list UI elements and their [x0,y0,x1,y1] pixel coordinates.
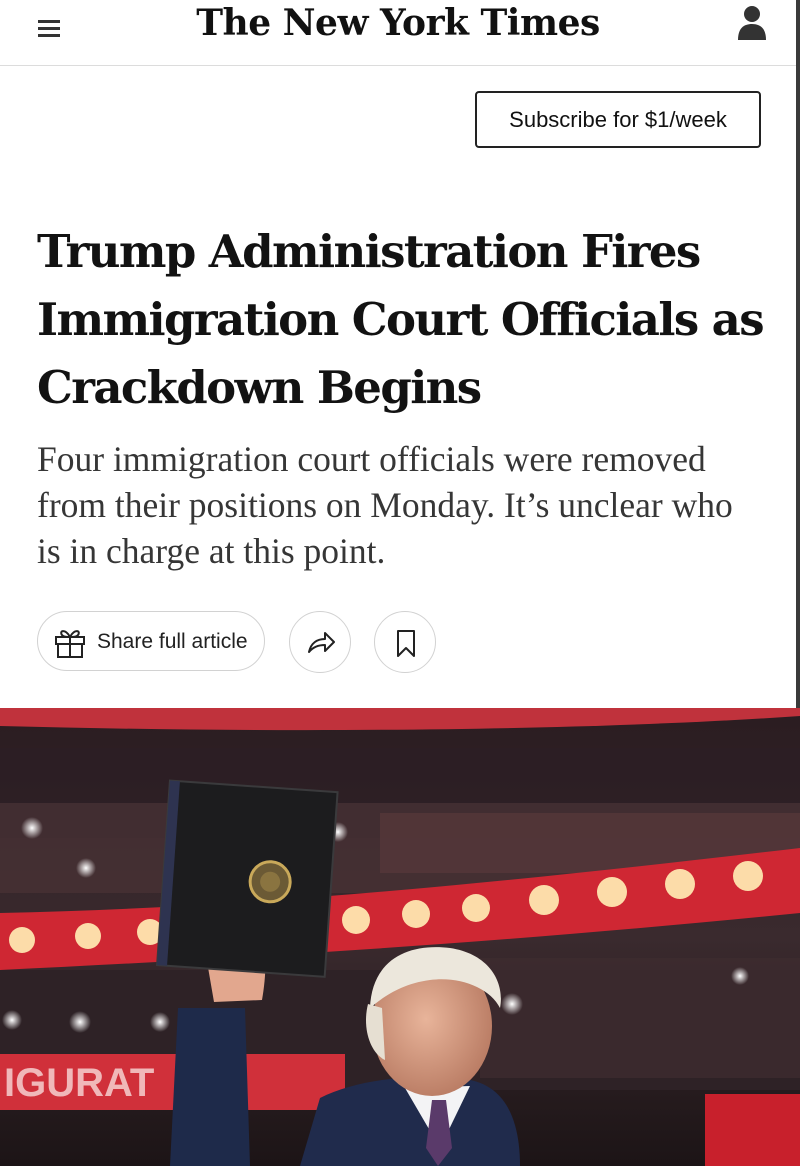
top-bar: The New York Times [0,0,796,66]
user-account-icon[interactable] [734,2,770,42]
masthead-logo[interactable]: The New York Times [0,0,796,46]
summary-line: is in charge at this point. [37,531,386,571]
summary-line: from their positions on Monday. It’s unc… [37,485,733,525]
article-summary: Four immigration court officials were re… [37,436,777,574]
scrollbar[interactable] [796,0,800,708]
share-full-article-button[interactable]: Share full article [37,611,265,671]
headline-line: Immigration Court Officials as [37,293,765,346]
headline-line: Crackdown Begins [37,361,482,414]
summary-line: Four immigration court officials were re… [37,439,706,479]
gift-icon [53,625,87,664]
article-headline: Trump Administration Fires Immigration C… [37,218,777,422]
banner-text: IGURAT [4,1061,154,1105]
headline-line: Trump Administration Fires [37,225,701,278]
article-page: The New York Times Subscribe for $1/week… [0,0,800,1166]
hero-image[interactable]: IGURAT [0,708,800,1166]
share-full-article-label: Share full article [97,630,248,653]
share-button[interactable] [289,611,351,673]
subscribe-button[interactable]: Subscribe for $1/week [475,91,761,148]
save-article-button[interactable] [374,611,436,673]
